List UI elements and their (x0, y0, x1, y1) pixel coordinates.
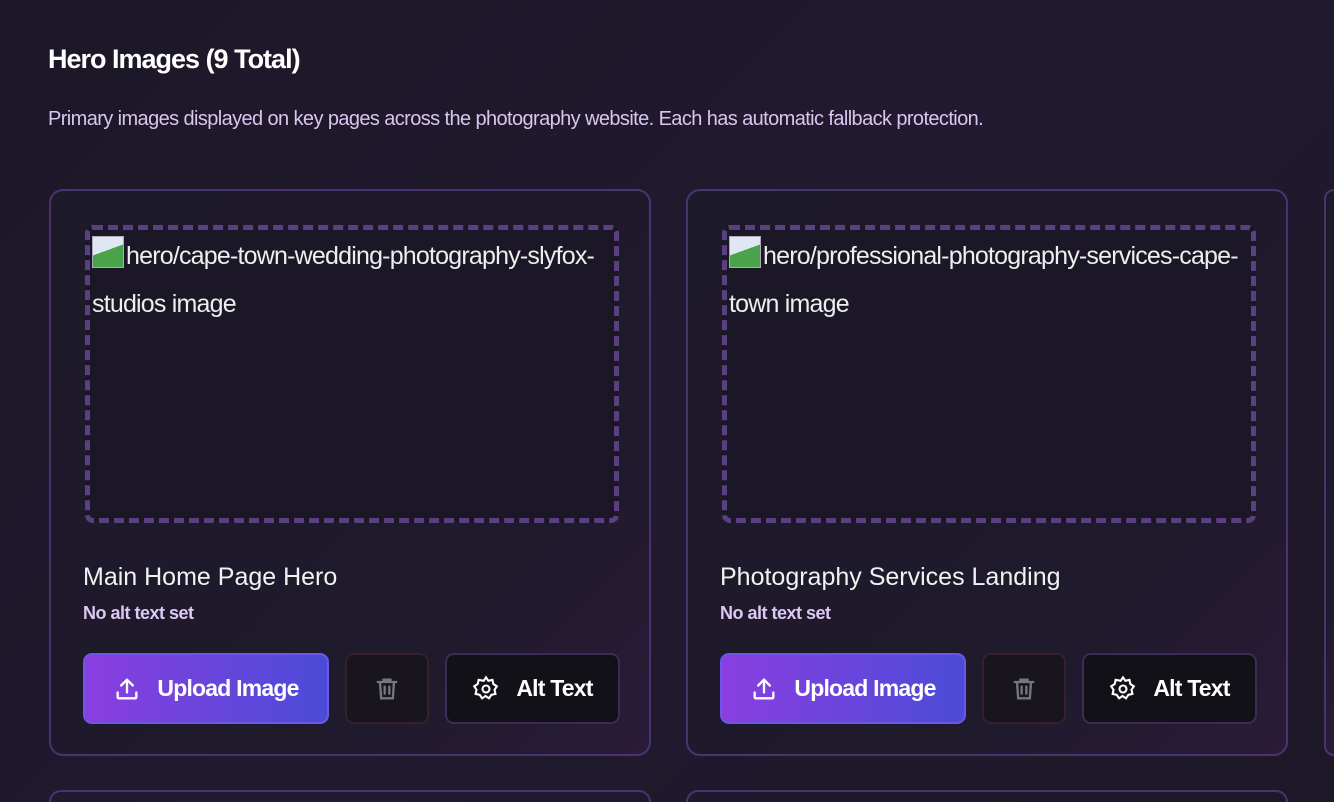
upload-image-button[interactable]: Upload Image (83, 653, 329, 724)
image-preview[interactable]: hero/professional-photography-services-c… (722, 225, 1256, 523)
gear-icon (473, 674, 499, 700)
alt-text-label: Alt Text (1153, 675, 1230, 701)
card-title: Photography Services Landing (720, 563, 1061, 591)
alt-text-button[interactable]: Alt Text (1082, 653, 1257, 724)
section-title: Hero Images (9 Total) (48, 44, 301, 74)
image-preview[interactable]: hero/cape-town-wedding-photography-slyfo… (85, 225, 619, 523)
hero-image-card-partial (686, 790, 1288, 802)
image-alt-text: hero/professional-photography-services-c… (729, 242, 1239, 318)
alt-status: No alt text set (83, 603, 194, 623)
hero-image-card: hero/cape-town-wedding-photography-slyfo… (49, 189, 651, 756)
card-title: Main Home Page Hero (83, 563, 338, 591)
upload-label: Upload Image (157, 675, 299, 701)
alt-text-button[interactable]: Alt Text (445, 653, 620, 724)
upload-image-button[interactable]: Upload Image (720, 653, 966, 724)
delete-button[interactable] (982, 653, 1066, 724)
alt-text-label: Alt Text (516, 675, 593, 701)
hero-image-card-partial (49, 790, 651, 802)
upload-icon (753, 678, 775, 699)
gear-icon (1110, 674, 1136, 700)
section-description: Primary images displayed on key pages ac… (48, 108, 984, 130)
alt-status: No alt text set (720, 603, 831, 623)
delete-button[interactable] (345, 653, 429, 724)
broken-image-icon (729, 236, 761, 268)
trash-icon (1013, 678, 1035, 699)
upload-label: Upload Image (794, 675, 936, 701)
upload-icon (116, 678, 138, 699)
trash-icon (376, 678, 398, 699)
hero-image-card-partial (1324, 189, 1334, 756)
image-alt-text: hero/cape-town-wedding-photography-slyfo… (92, 242, 595, 318)
hero-image-card: hero/professional-photography-services-c… (686, 189, 1288, 756)
broken-image-icon (92, 236, 124, 268)
